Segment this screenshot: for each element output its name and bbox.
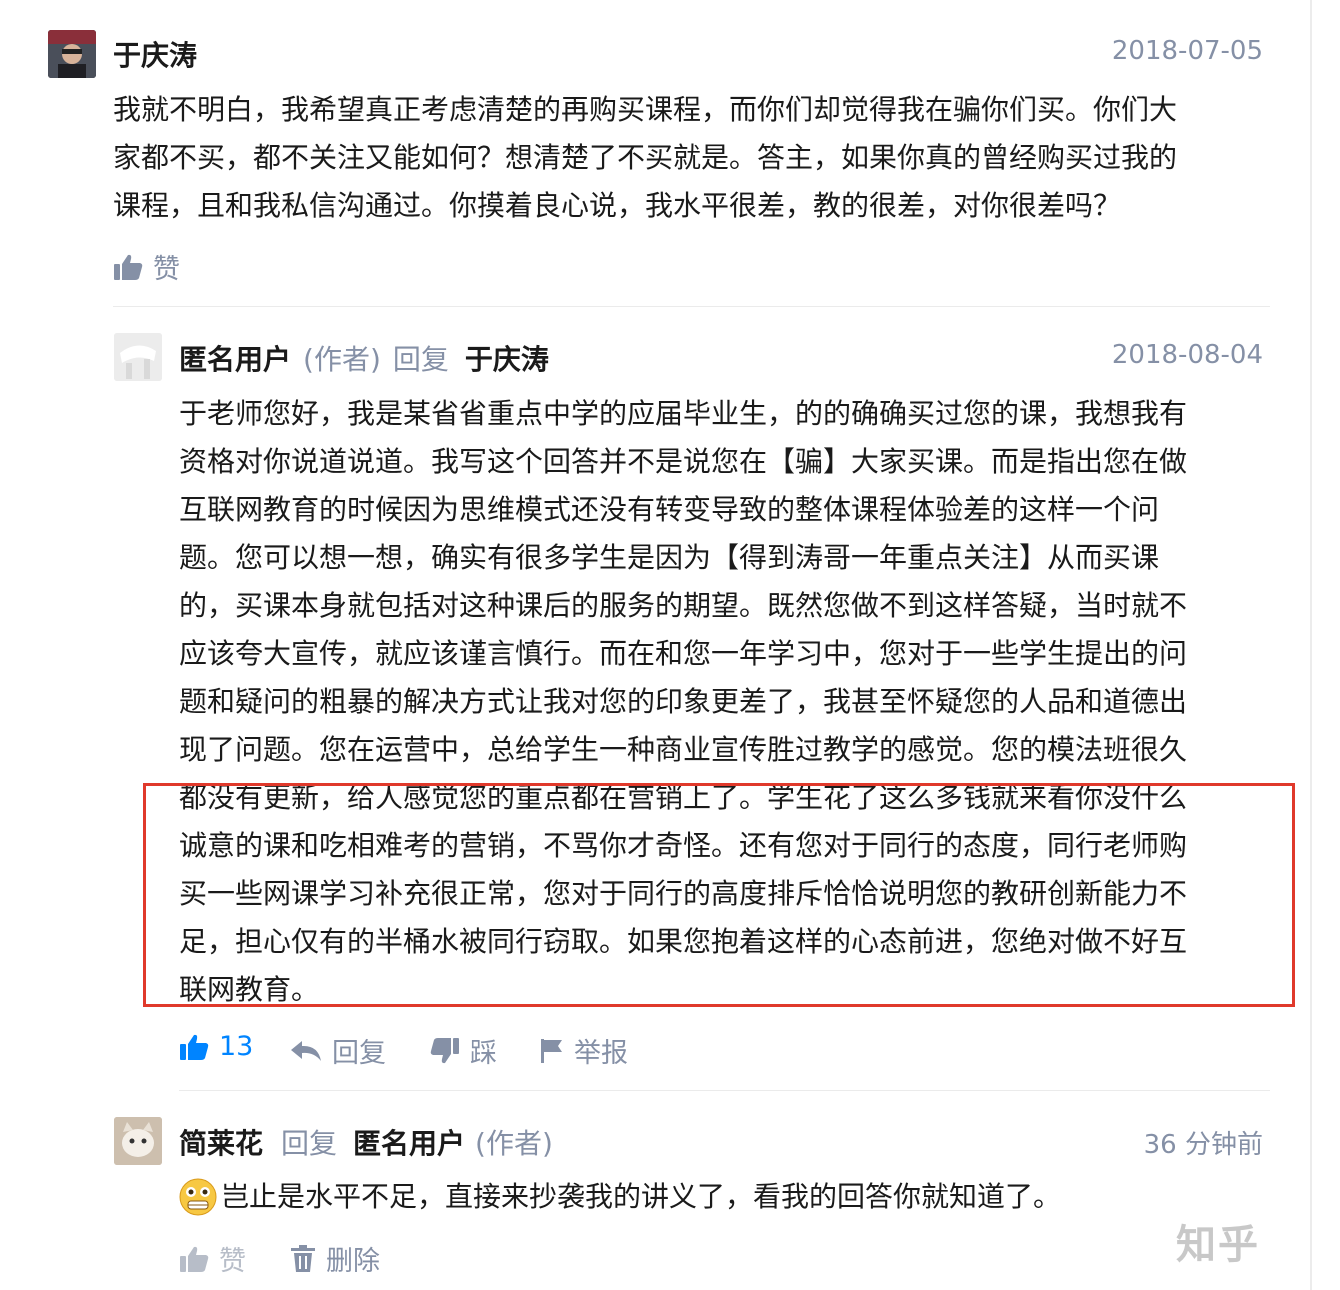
comment-line: 互联网教育的时候因为思维模式还没有转变导致的整体课程体验差的这样一个问 [179,493,1160,526]
highlight-box [143,783,1295,1007]
report-label: 举报 [574,1038,628,1069]
thumbs-down-icon [430,1037,459,1063]
like-button[interactable]: 赞 [113,247,180,286]
comment-line: 家都不买，都不关注又能如何？想清楚了不买就是。答主，如果你真的曾经购买过我的 [113,141,1178,174]
comment-author[interactable]: 于庆涛 [113,34,197,74]
thumbs-up-icon [114,254,143,280]
author-tag: (作者) [475,1127,553,1160]
flag-icon [541,1038,562,1063]
comment-line: 题。您可以想一想，确实有很多学生是因为【得到涛哥一年重点关注】从而买课 [179,541,1160,574]
divider [113,306,1270,307]
thumbs-up-icon [180,1034,209,1060]
comment-line: 的，买课本身就包括对这种课后的服务的期望。既然您做不到这样答疑，当时就不 [179,589,1188,622]
like-button[interactable]: 13 [179,1031,253,1062]
avatar[interactable] [48,30,96,78]
like-button[interactable]: 赞 [179,1239,246,1278]
thumbs-up-icon [180,1246,209,1272]
reply-label: 回复 [332,1038,386,1069]
comment-text: 岂止是水平不足，直接来抄袭我的讲义了，看我的回答你就知道了。 [221,1180,1062,1213]
comment-author[interactable]: 匿名用户 [179,343,291,376]
report-button[interactable]: 举报 [540,1031,628,1070]
zhihu-watermark: 知乎 [1176,1222,1260,1268]
comment-author[interactable]: 简莱花 [179,1127,263,1160]
like-count: 13 [219,1031,254,1062]
comment-line: 应该夸大宣传，就应该谨言慎行。而在和您一年学习中，您对于一些学生提出的问 [179,637,1188,670]
comment-line: 题和疑问的粗暴的解决方式让我对您的印象更差了，我甚至怀疑您的人品和道德出 [179,685,1188,718]
reply-header: 简莱花 回复 匿名用户 (作者) [179,1122,553,1162]
reply-button[interactable]: 回复 [290,1031,386,1070]
delete-label: 删除 [326,1246,380,1277]
dislike-button[interactable]: 踩 [430,1031,497,1070]
frame-edge [1310,0,1312,1290]
avatar[interactable] [114,1117,162,1165]
like-label: 赞 [219,1246,246,1277]
comment-line: 课程，且和我私信沟通过。你摸着良心说，我水平很差，教的很差，对你很差吗？ [113,189,1122,222]
reply-word: 回复 [392,343,449,376]
reply-target[interactable]: 匿名用户 [353,1127,465,1160]
avatar[interactable] [114,333,162,381]
comment-line: 于老师您好，我是某省省重点中学的应届毕业生，的的确确买过您的课，我想我有 [179,397,1188,430]
like-label: 赞 [153,254,180,285]
comment-body: 岂止是水平不足，直接来抄袭我的讲义了，看我的回答你就知道了。 [179,1173,1279,1221]
delete-button[interactable]: 删除 [290,1239,380,1278]
comment-date: 2018-07-05 [1111,36,1263,66]
author-tag: (作者) [303,343,381,376]
trash-icon [291,1244,315,1272]
divider [179,1090,1270,1091]
comment-body: 我就不明白，我希望真正考虑清楚的再购买课程，而你们却觉得我在骗你们买。你们大 家… [113,86,1273,230]
comment-date: 36 分钟前 [1143,1130,1263,1160]
comment-line: 我就不明白，我希望真正考虑清楚的再购买课程，而你们却觉得我在骗你们买。你们大 [113,93,1178,126]
comment-line: 现了问题。您在运营中，总给学生一种商业宣传胜过教学的感觉。您的模法班很久 [179,733,1188,766]
grimacing-emoji-icon [179,1178,217,1216]
comment-date: 2018-08-04 [1111,340,1263,370]
reply-arrow-icon [291,1040,321,1061]
reply-target[interactable]: 于庆涛 [465,343,549,376]
reply-header: 匿名用户 (作者) 回复 于庆涛 [179,338,549,378]
dislike-label: 踩 [470,1038,497,1069]
reply-word: 回复 [281,1127,338,1160]
comment-line: 资格对你说道说道。我写这个回答并不是说您在【骗】大家买课。而是指出您在做 [179,445,1188,478]
